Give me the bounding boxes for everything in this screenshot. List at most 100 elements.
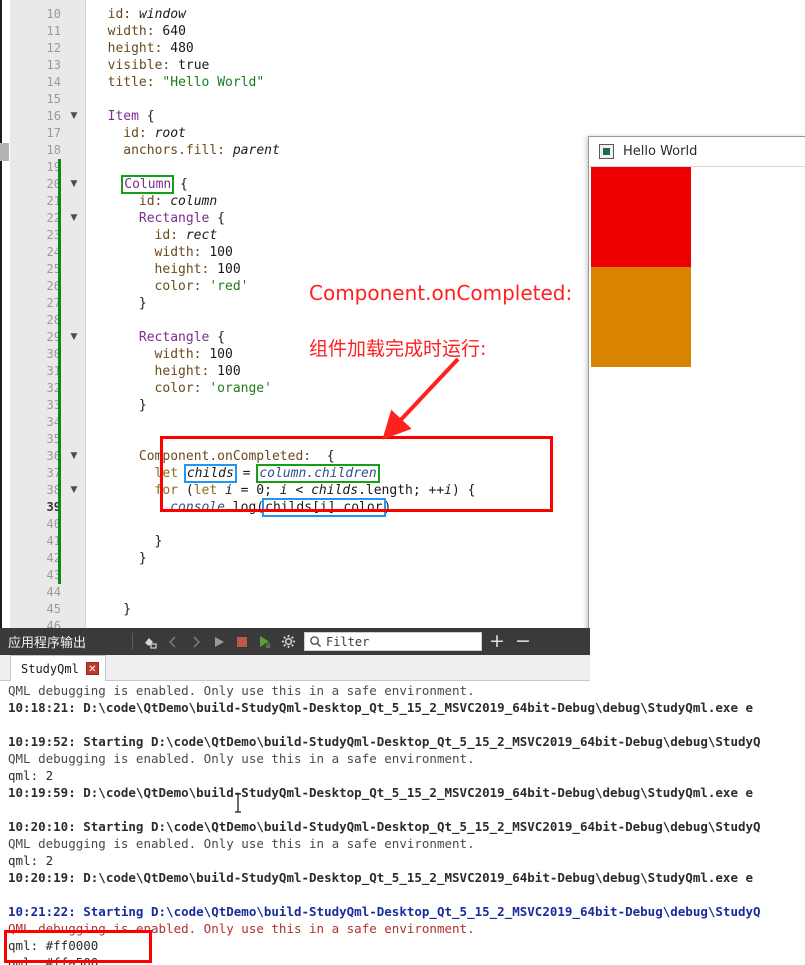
code-line: }	[139, 295, 147, 312]
annotation-text-component-oncompleted: Component.onCompleted:	[309, 281, 573, 305]
output-panel-title: 应用程序输出	[8, 636, 87, 651]
code-token: color:	[154, 279, 202, 294]
filter-input[interactable]: Filter	[304, 632, 482, 651]
hello-world-titlebar[interactable]: Hello World	[589, 137, 805, 167]
code-token: true	[170, 58, 210, 73]
code-token: = 0;	[232, 483, 280, 498]
fold-toggle-icon[interactable]: ▼	[68, 329, 80, 346]
line-number: 26	[46, 279, 61, 293]
code-line: width: 100	[155, 244, 233, 261]
line-number: 23	[46, 228, 61, 242]
code-line: height: 480	[108, 40, 194, 57]
code-token: 100	[209, 262, 241, 277]
log-line: QML debugging is enabled. Only use this …	[8, 921, 475, 936]
line-number: 14	[46, 75, 61, 89]
code-token: .log(	[224, 500, 265, 515]
zoom-in-button[interactable]: +	[486, 632, 508, 651]
line-number: 35	[46, 432, 61, 446]
line-number: 32	[46, 381, 61, 395]
code-token: parent	[232, 143, 280, 158]
hello-world-title: Hello World	[623, 144, 698, 159]
line-number: 43	[46, 568, 61, 582]
line-number: 17	[46, 126, 61, 140]
code-line: for (let i = 0; i < childs.length; ++i) …	[155, 482, 476, 499]
filter-placeholder-text: Filter	[326, 634, 370, 649]
line-number: 41	[46, 534, 61, 548]
left-scroll-marker[interactable]	[0, 143, 9, 161]
line-number: 39	[46, 500, 61, 514]
gutter-divider	[85, 0, 86, 628]
code-token: }	[138, 296, 147, 311]
code-token: let	[154, 466, 179, 481]
toolbar-divider	[132, 633, 133, 650]
code-token: title:	[107, 75, 155, 90]
code-token: 640	[154, 24, 186, 39]
code-token: 'orange'	[209, 381, 272, 396]
log-line: qml: 2	[8, 768, 54, 783]
code-line: }	[139, 550, 147, 567]
settings-gear-icon[interactable]	[277, 631, 299, 653]
code-line: }	[155, 533, 163, 550]
stop-icon[interactable]	[231, 631, 253, 653]
fold-toggle-icon[interactable]: ▼	[68, 448, 80, 465]
highlighted-token: Column	[121, 175, 175, 194]
code-token: {	[311, 449, 335, 464]
console-output[interactable]: QML debugging is enabled. Only use this …	[0, 681, 805, 965]
hello-world-app-window[interactable]: Hello World	[588, 136, 805, 651]
log-line: 10:19:59: D:\code\QtDemo\build-StudyQml-…	[8, 785, 754, 800]
line-number: 18	[46, 143, 61, 157]
code-line: color: 'orange'	[155, 380, 272, 397]
code-token: 100	[201, 347, 233, 362]
prev-item-icon[interactable]	[162, 631, 184, 653]
code-token: column	[170, 194, 218, 209]
log-line: QML debugging is enabled. Only use this …	[8, 751, 475, 766]
line-number: 29	[46, 330, 61, 344]
code-token: visible:	[107, 58, 171, 73]
line-number: 30	[46, 347, 61, 361]
tab-studyqml[interactable]: StudyQml ✕	[10, 655, 106, 681]
code-token: {	[172, 177, 188, 192]
fold-toggle-icon[interactable]: ▼	[68, 108, 80, 125]
line-number: 44	[46, 585, 61, 599]
code-token: for	[154, 483, 179, 498]
fold-toggle-icon[interactable]: ▼	[68, 176, 80, 193]
code-token: childs	[311, 483, 359, 498]
line-number: 42	[46, 551, 61, 565]
code-line: visible: true	[108, 57, 210, 74]
code-line: let childs = column.children	[154, 464, 380, 483]
code-line: id: root	[123, 125, 186, 142]
hello-world-canvas	[589, 167, 805, 650]
clear-output-icon[interactable]	[139, 631, 161, 653]
log-line: 10:19:52: Starting D:\code\QtDemo\build-…	[8, 734, 761, 749]
output-tabbar: StudyQml ✕	[0, 655, 590, 681]
code-token: (	[178, 483, 194, 498]
code-line: width: 640	[108, 23, 186, 40]
code-token: id:	[138, 194, 163, 209]
line-number: 28	[46, 313, 61, 327]
fold-toggle-icon[interactable]: ▼	[68, 210, 80, 227]
code-line: color: 'red'	[155, 278, 249, 295]
code-folding-column[interactable]: ▼ ▼ ▼ ▼ ▼ ▼	[65, 0, 85, 628]
fold-toggle-icon[interactable]: ▼	[68, 482, 80, 499]
code-line: title: "Hello World"	[108, 74, 265, 91]
orange-rectangle	[591, 267, 691, 367]
line-number: 46	[46, 619, 61, 628]
rerun-icon[interactable]: 运	[254, 631, 276, 653]
line-number: 31	[46, 364, 61, 378]
code-line: id: column	[139, 193, 217, 210]
close-icon[interactable]: ✕	[85, 662, 99, 675]
run-icon[interactable]	[208, 631, 230, 653]
code-token: 'red'	[209, 279, 249, 294]
zoom-out-button[interactable]: −	[512, 632, 534, 651]
line-number: 20	[46, 177, 61, 191]
line-number: 10	[46, 7, 61, 21]
next-item-icon[interactable]	[185, 631, 207, 653]
text-cursor-icon	[235, 793, 241, 813]
code-token: height:	[107, 41, 163, 56]
code-line: Component.onCompleted: {	[139, 448, 335, 465]
code-token: 100	[209, 364, 241, 379]
line-number: 34	[46, 415, 61, 429]
